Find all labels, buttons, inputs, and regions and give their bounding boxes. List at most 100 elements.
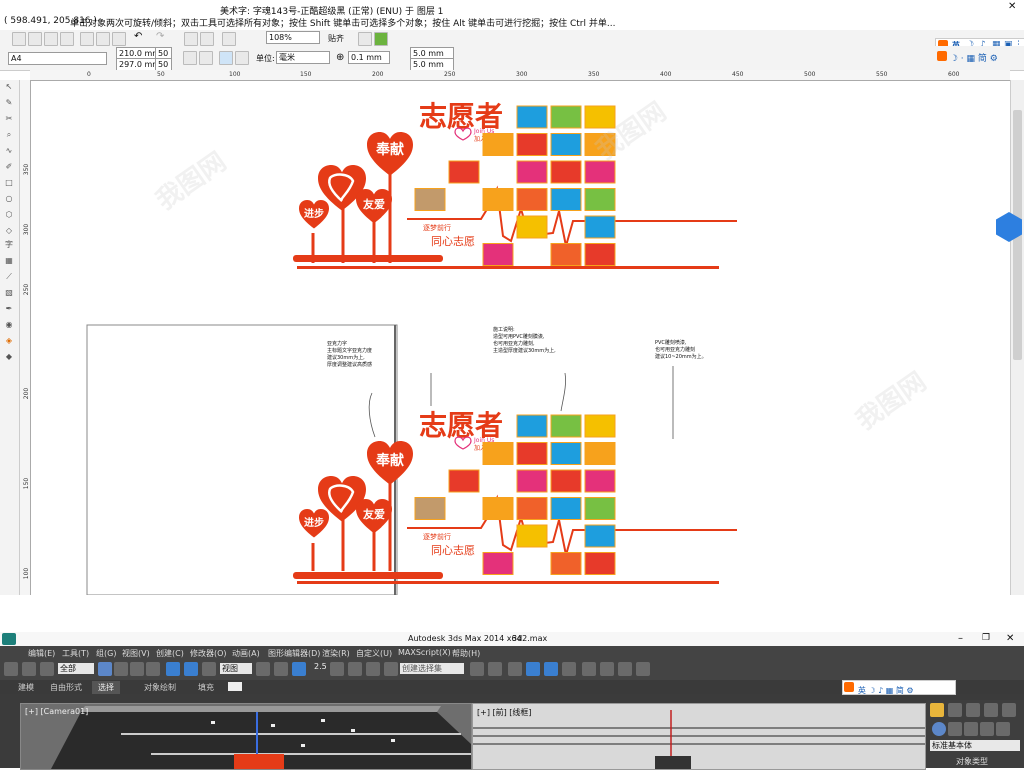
paper-size-select[interactable]: A4 xyxy=(8,52,107,65)
angle-snap-icon[interactable] xyxy=(330,662,344,676)
geometry-icon[interactable] xyxy=(932,722,946,736)
freehand-tool-icon[interactable]: ∿ xyxy=(4,146,14,156)
rect-select-icon[interactable] xyxy=(130,662,144,676)
interactive-fill-icon[interactable]: ◆ xyxy=(4,352,14,362)
ellipse-tool-icon[interactable]: ○ xyxy=(4,194,14,204)
render-setup-icon[interactable] xyxy=(600,662,614,676)
artistic-media-icon[interactable]: ✐ xyxy=(4,162,14,172)
outline-pen-icon[interactable]: ◉ xyxy=(4,320,14,330)
close-icon[interactable]: ✕ xyxy=(1008,2,1018,12)
reference-coord-select[interactable]: 视图 xyxy=(220,663,252,674)
rotate-icon[interactable] xyxy=(184,662,198,676)
nudge-input[interactable]: 0.1 mm xyxy=(348,51,390,64)
ribbon-toggle-icon[interactable] xyxy=(228,682,242,691)
select-manipulate-icon[interactable] xyxy=(274,662,288,676)
ribbon-tab-populate[interactable]: 填充 xyxy=(198,682,214,693)
zoom-tool-icon[interactable]: ⌕ xyxy=(4,130,14,140)
spinner-snap-icon[interactable] xyxy=(366,662,380,676)
viewport-camera[interactable]: [+] [Camera01] xyxy=(20,703,472,770)
percent-snap-icon[interactable] xyxy=(348,662,362,676)
maximize-icon[interactable]: ❐ xyxy=(982,633,990,643)
mirror-icon[interactable] xyxy=(470,662,484,676)
unit-select[interactable]: 毫米 xyxy=(276,51,330,64)
scale-icon[interactable] xyxy=(202,662,216,676)
eyedropper-icon[interactable]: ✒ xyxy=(4,304,14,314)
current-page-icon[interactable] xyxy=(235,51,249,65)
render-frame-icon[interactable] xyxy=(618,662,632,676)
pivot-icon[interactable] xyxy=(256,662,270,676)
lights-icon[interactable] xyxy=(964,722,978,736)
curve-editor-icon[interactable] xyxy=(544,662,558,676)
copy-icon[interactable] xyxy=(96,32,110,46)
keyboard-shortcut-icon[interactable] xyxy=(292,662,306,676)
named-selection-set[interactable]: 创建选择集 xyxy=(400,663,464,674)
redo-icon[interactable]: ↷ xyxy=(156,31,164,42)
options-icon[interactable] xyxy=(358,32,372,46)
paste-icon[interactable] xyxy=(112,32,126,46)
display-tab-icon[interactable] xyxy=(1002,703,1016,717)
pick-tool-icon[interactable]: ↖ xyxy=(4,82,14,92)
edit-named-sel-icon[interactable] xyxy=(384,662,398,676)
all-pages-icon[interactable] xyxy=(219,51,233,65)
snap-menu[interactable]: 贴齐 xyxy=(328,33,344,44)
menu-maxscript[interactable]: MAXScript(X) xyxy=(398,648,451,657)
max-close-icon[interactable]: ✕ xyxy=(1006,633,1014,644)
bind-spacewarp-icon[interactable] xyxy=(40,662,54,676)
drawing-canvas[interactable]: 奉献 友爱 进步 志愿者 Join Us 加入我们吧! 逐梦前行 同心志愿 xyxy=(31,81,1010,595)
connector-tool-icon[interactable]: ▧ xyxy=(4,288,14,298)
object-type-header[interactable]: 对象类型 xyxy=(956,756,988,767)
portrait-icon[interactable] xyxy=(183,51,197,65)
helpers-icon[interactable] xyxy=(996,722,1010,736)
new-icon[interactable] xyxy=(12,32,26,46)
link-icon[interactable] xyxy=(4,662,18,676)
crop-tool-icon[interactable]: ✂ xyxy=(4,114,14,124)
modify-tab-icon[interactable] xyxy=(948,703,962,717)
move-icon[interactable] xyxy=(166,662,180,676)
viewport-front[interactable]: [+] [前] [线框] xyxy=(472,703,926,770)
layer-manager-icon[interactable] xyxy=(508,662,522,676)
ribbon-tab-selection[interactable]: 选择 xyxy=(92,681,120,694)
ribbon-tab-freeform[interactable]: 自由形式 xyxy=(50,682,82,693)
import-icon[interactable] xyxy=(184,32,198,46)
save-icon[interactable] xyxy=(44,32,58,46)
zoom-select[interactable]: 108% xyxy=(266,31,320,44)
window-crossing-icon[interactable] xyxy=(146,662,160,676)
create-tab-icon[interactable] xyxy=(930,703,944,717)
ribbon-tab-object-paint[interactable]: 对象绘制 xyxy=(144,682,176,693)
cameras-icon[interactable] xyxy=(980,722,994,736)
print-icon[interactable] xyxy=(60,32,74,46)
table-tool-icon[interactable]: ▦ xyxy=(4,256,14,266)
hierarchy-tab-icon[interactable] xyxy=(966,703,980,717)
undo-icon[interactable]: ↶ xyxy=(134,31,142,42)
vertical-scrollbar[interactable] xyxy=(1010,80,1024,595)
rectangle-tool-icon[interactable]: □ xyxy=(4,178,14,188)
cut-icon[interactable] xyxy=(80,32,94,46)
selection-filter[interactable]: 全部 xyxy=(58,663,94,674)
basic-shapes-icon[interactable]: ◇ xyxy=(4,226,14,236)
unlink-icon[interactable] xyxy=(22,662,36,676)
dimension-tool-icon[interactable]: ⟋ xyxy=(4,272,14,282)
align-icon[interactable] xyxy=(488,662,502,676)
material-editor-icon[interactable] xyxy=(582,662,596,676)
shapes-icon[interactable] xyxy=(948,722,962,736)
max-logo-icon[interactable] xyxy=(2,633,16,645)
viewport-front-label[interactable]: [+] [前] [线框] xyxy=(477,707,532,718)
select-by-name-icon[interactable] xyxy=(114,662,128,676)
publish-icon[interactable] xyxy=(222,32,236,46)
shape-tool-icon[interactable]: ✎ xyxy=(4,98,14,108)
landscape-icon[interactable] xyxy=(199,51,213,65)
viewport-camera-label[interactable]: [+] [Camera01] xyxy=(25,707,88,716)
motion-tab-icon[interactable] xyxy=(984,703,998,717)
render-icon[interactable] xyxy=(636,662,650,676)
schematic-view-icon[interactable] xyxy=(562,662,576,676)
launcher-icon[interactable] xyxy=(374,32,388,46)
graphite-ribbon-icon[interactable] xyxy=(526,662,540,676)
fill-tool-icon[interactable]: ◈ xyxy=(4,336,14,346)
object-category-select[interactable]: 标准基本体 xyxy=(930,740,1020,751)
open-icon[interactable] xyxy=(28,32,42,46)
snap-toggle[interactable]: 2.5 xyxy=(314,662,327,671)
ribbon-tab-modeling[interactable]: 建模 xyxy=(18,682,34,693)
polygon-tool-icon[interactable]: ⬡ xyxy=(4,210,14,220)
text-tool-icon[interactable]: 字 xyxy=(4,240,14,250)
export-icon[interactable] xyxy=(200,32,214,46)
